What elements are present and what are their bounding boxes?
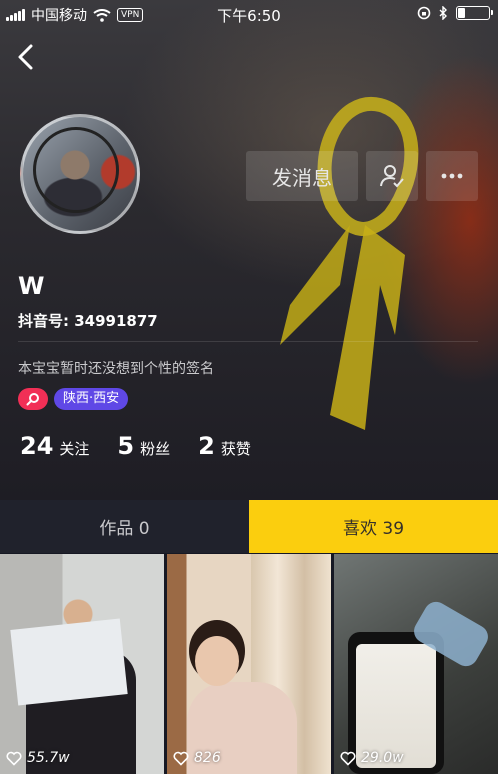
stat-following[interactable]: 24 关注 [20, 432, 89, 460]
avatar-image-detail [33, 127, 119, 213]
video-like-count-text: 29.0w [361, 750, 404, 766]
send-message-button[interactable]: 发消息 [246, 151, 358, 201]
thumbnail-face [195, 636, 239, 686]
video-like-count-text: 55.7w [27, 750, 70, 766]
video-like-count: 55.7w [6, 750, 70, 766]
tab-likes[interactable]: 喜欢 39 [249, 500, 498, 553]
rotation-lock-icon [417, 6, 431, 20]
tag-search-badge[interactable] [18, 388, 48, 410]
stat-likes-count: 2 [198, 432, 215, 460]
video-like-count: 29.0w [340, 750, 404, 766]
video-grid: 55.7w 826 29.0w [0, 554, 498, 774]
background-ribbon-image [280, 96, 419, 430]
stat-following-label: 关注 [59, 440, 90, 458]
profile-signature: 本宝宝暂时还没想到个性的签名 [18, 361, 214, 377]
heart-icon [173, 751, 189, 766]
tab-works[interactable]: 作品 0 [0, 500, 249, 553]
stat-followers-label: 粉丝 [140, 440, 171, 458]
douyin-id: 抖音号: 34991877 [18, 312, 158, 330]
video-like-count-text: 826 [194, 750, 221, 766]
profile-header-background [0, 0, 498, 500]
stat-following-count: 24 [20, 432, 54, 460]
stat-followers[interactable]: 5 粉丝 [117, 432, 170, 460]
search-icon [26, 393, 39, 406]
battery-icon [456, 6, 493, 20]
stat-likes-label: 获赞 [220, 440, 251, 458]
profile-stats: 24 关注 5 粉丝 2 获赞 [20, 432, 251, 460]
person-check-icon [380, 165, 404, 188]
follow-button[interactable] [366, 151, 418, 201]
heart-icon [340, 751, 356, 766]
video-like-count: 826 [173, 750, 221, 766]
status-bar: 中国移动 VPN 下午6:50 [0, 0, 498, 28]
thumbnail-newspaper [10, 618, 128, 706]
bluetooth-icon [439, 6, 447, 20]
more-dots-icon [441, 173, 463, 179]
location-tag[interactable]: 陕西·西安 [54, 388, 129, 410]
status-bar-right [417, 6, 493, 20]
profile-tabs: 作品 0 喜欢 39 [0, 500, 498, 553]
avatar[interactable] [20, 114, 140, 234]
video-thumbnail[interactable]: 29.0w [334, 554, 498, 774]
profile-tags: 陕西·西安 [18, 388, 129, 410]
back-button[interactable] [14, 42, 38, 72]
heart-icon [6, 751, 22, 766]
video-thumbnail[interactable]: 55.7w [0, 554, 164, 774]
profile-divider [18, 341, 478, 342]
stat-likes-received: 2 获赞 [198, 432, 251, 460]
video-thumbnail[interactable]: 826 [167, 554, 331, 774]
profile-nickname: W [18, 272, 45, 300]
more-options-button[interactable] [426, 151, 478, 201]
stat-followers-count: 5 [117, 432, 135, 460]
